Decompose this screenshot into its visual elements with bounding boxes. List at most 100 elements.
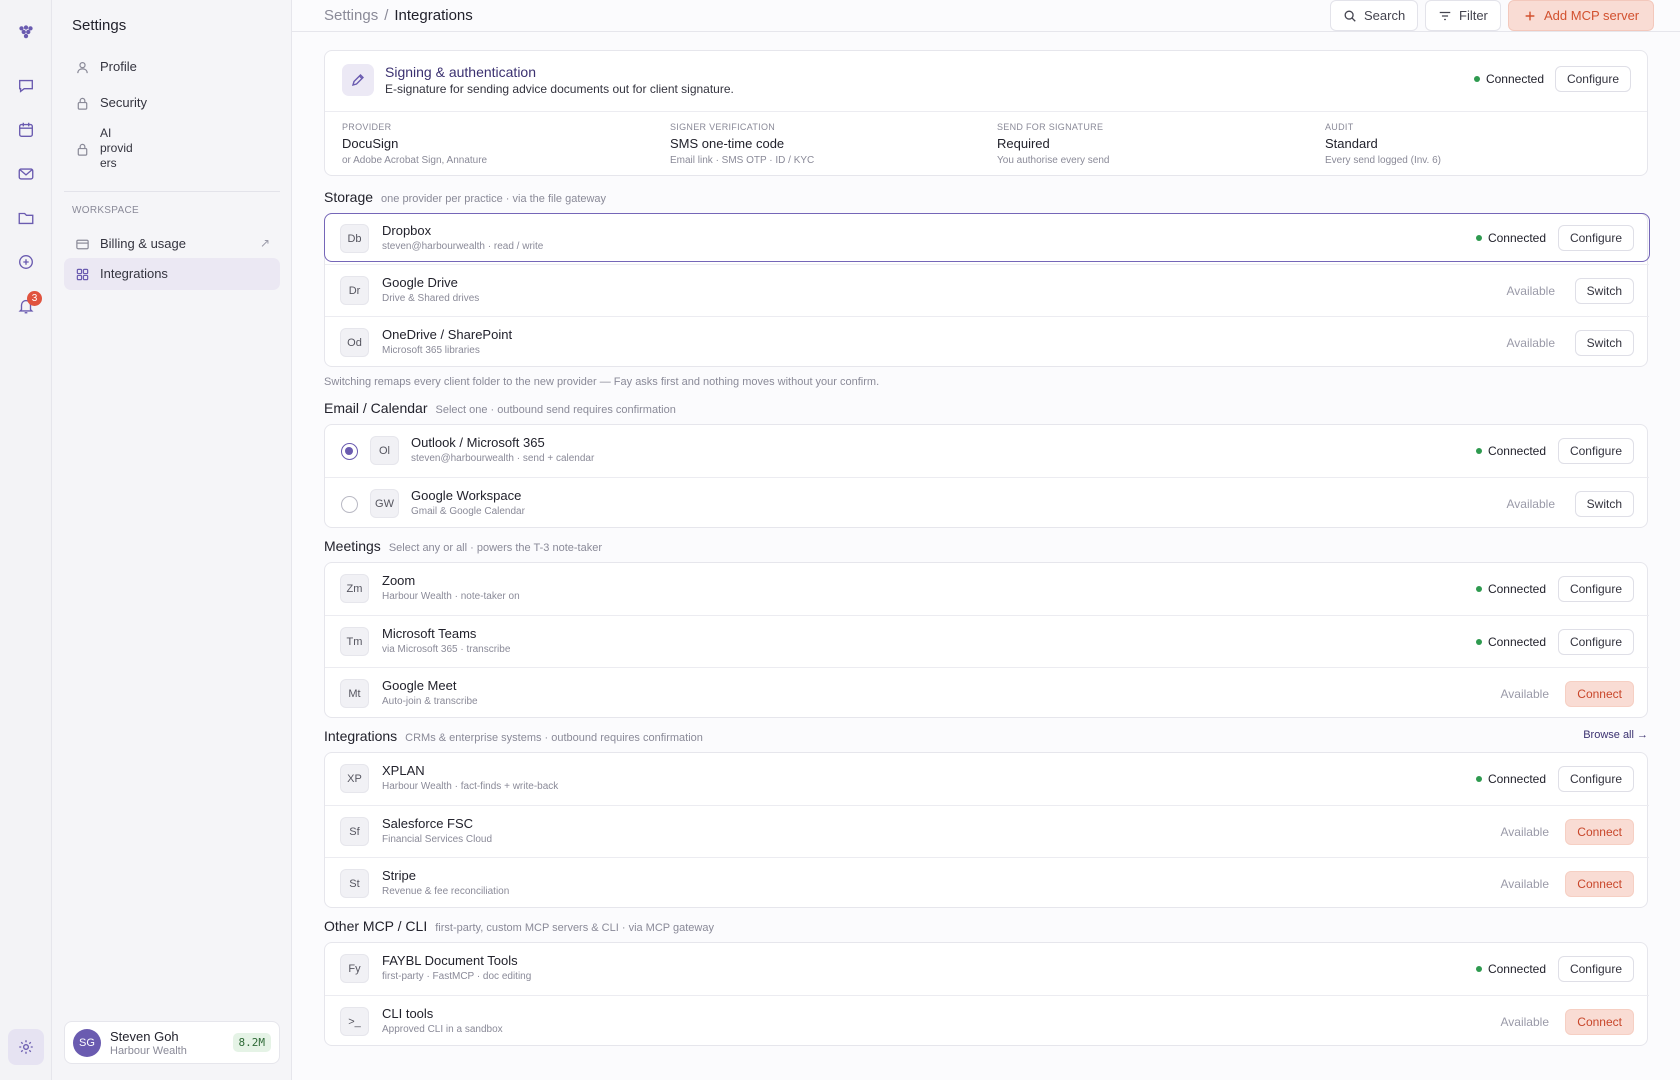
radio-selected[interactable] [341, 443, 358, 460]
provider-tile: Dr [340, 276, 369, 305]
fact-provider: PROVIDER DocuSign or Adobe Acrobat Sign, A… [342, 122, 488, 166]
connect-button[interactable]: Connect [1565, 819, 1634, 845]
list-item[interactable]: Tm Microsoft Teams via Microsoft 365 · t… [325, 615, 1649, 667]
bell-icon[interactable]: 3 [8, 288, 44, 324]
browse-all-link[interactable]: Browse all → [1583, 729, 1648, 741]
provider-sub: via Microsoft 365 · transcribe [382, 644, 511, 655]
status-badge: Available [1506, 284, 1555, 298]
list-item[interactable]: >_ CLI tools Approved CLI in a sandbox A… [325, 995, 1649, 1047]
provider-tile: St [340, 869, 369, 898]
status-badge: Connected [1475, 444, 1546, 458]
sidebar-item-label: AI provid ers [100, 126, 133, 170]
sidebar-divider [64, 191, 280, 192]
provider-tile: Ol [370, 436, 399, 465]
grid-icon [74, 266, 90, 282]
sidebar-item-integrations[interactable]: Integrations [64, 258, 280, 290]
provider-name: Microsoft Teams [382, 626, 477, 641]
divider [325, 111, 1647, 112]
list-item[interactable]: XP XPLAN Harbour Wealth · fact-finds + w… [325, 753, 1649, 805]
provider-sub: Approved CLI in a sandbox [382, 1024, 503, 1035]
status-badge: Connected [1475, 635, 1546, 649]
provider-sub: steven@harbourwealth · read / write [382, 241, 544, 252]
sidebar-item-ai-providers[interactable]: AI provid ers [64, 124, 280, 179]
filter-icon [1439, 11, 1451, 20]
provider-sub: Microsoft 365 libraries [382, 345, 480, 356]
configure-button[interactable]: Configure [1557, 766, 1634, 792]
list-item[interactable]: Fy FAYBL Document Tools first-party · Fa… [325, 943, 1649, 995]
provider-name: Dropbox [382, 223, 432, 238]
status-badge: Available [1500, 877, 1549, 891]
configure-button[interactable]: Configure [1557, 576, 1634, 602]
card-icon [74, 236, 90, 252]
storage-section-title: Storage one provider per practice · via t… [324, 189, 607, 205]
provider-sub: Revenue & fee reconciliation [382, 886, 510, 897]
breadcrumb-root[interactable]: Settings [324, 7, 378, 24]
switch-button[interactable]: Switch [1574, 278, 1634, 304]
breadcrumb-current: Integrations [394, 7, 473, 24]
add-circle-icon[interactable] [8, 244, 44, 280]
meetings-card: Zm Zoom Harbour Wealth · note-taker on C… [324, 562, 1649, 719]
status-badge: Available [1500, 1015, 1549, 1029]
configure-button[interactable]: Configure [1557, 438, 1634, 464]
configure-button[interactable]: Configure [1557, 629, 1634, 655]
list-item[interactable]: Od OneDrive / SharePoint Microsoft 365 l… [325, 316, 1649, 368]
provider-name: Salesforce FSC [382, 816, 474, 831]
list-item[interactable]: Db Dropbox steven@harbourwealth · read /… [324, 213, 1650, 262]
sidebar-item-billing[interactable]: Billing & usage ↗ [64, 228, 280, 260]
email-card: Ol Outlook / Microsoft 365 steven@harbou… [324, 424, 1649, 529]
list-item[interactable]: Ol Outlook / Microsoft 365 steven@harbou… [325, 425, 1649, 477]
list-item[interactable]: Zm Zoom Harbour Wealth · note-taker on C… [325, 563, 1649, 615]
provider-name: OneDrive / SharePoint [382, 327, 513, 342]
integrations-section-title: Integrations CRMs & enterprise systems · … [324, 728, 703, 744]
mail-icon[interactable] [8, 156, 44, 192]
search-button[interactable]: Search [1330, 0, 1419, 31]
provider-tile: Zm [340, 574, 369, 603]
provider-name: FAYBL Document Tools [382, 953, 518, 968]
add-mcp-server-button[interactable]: Add MCP server [1508, 0, 1655, 31]
switch-button[interactable]: Switch [1574, 491, 1634, 517]
folder-icon[interactable] [8, 200, 44, 236]
provider-sub: Harbour Wealth · fact-finds + write-back [382, 781, 559, 792]
radio-unselected[interactable] [341, 496, 358, 513]
sidebar-item-profile[interactable]: Profile [64, 51, 280, 83]
provider-sub: Financial Services Cloud [382, 834, 493, 845]
notification-badge: 3 [27, 291, 42, 306]
user-card[interactable]: SG Steven Goh Harbour Wealth 8.2M [64, 1021, 280, 1064]
user-org: Harbour Wealth [110, 1044, 187, 1057]
external-link-icon: ↗ [259, 236, 270, 250]
list-item[interactable]: Dr Google Drive Drive & Shared drives Av… [325, 264, 1649, 316]
sidebar-item-label: Billing & usage [100, 236, 186, 251]
provider-name: Google Meet [382, 678, 457, 693]
signing-configure-button[interactable]: Configure [1554, 66, 1631, 92]
configure-button[interactable]: Configure [1557, 225, 1634, 251]
list-item[interactable]: St Stripe Revenue & fee reconciliation A… [325, 857, 1649, 909]
calendar-icon[interactable] [8, 112, 44, 148]
list-item[interactable]: GW Google Workspace Gmail & Google Calen… [325, 477, 1649, 529]
meetings-section-title: Meetings Select any or all · powers the T… [324, 538, 602, 554]
plus-icon [1525, 11, 1535, 20]
provider-name: Google Workspace [411, 488, 522, 503]
app-logo-icon[interactable] [8, 14, 44, 50]
search-label: Search [1364, 8, 1406, 23]
user-name: Steven Goh [110, 1028, 179, 1044]
status-badge: Available [1506, 336, 1555, 350]
connect-button[interactable]: Connect [1565, 871, 1634, 897]
credit-badge: 8.2M [232, 1033, 271, 1052]
user-icon [74, 59, 90, 75]
filter-button[interactable]: Filter [1425, 0, 1501, 31]
connect-button[interactable]: Connect [1565, 1009, 1634, 1035]
provider-tile: Sf [340, 817, 369, 846]
settings-gear-icon[interactable] [8, 1029, 44, 1065]
app-rail: 3 [0, 0, 52, 1080]
list-item[interactable]: Mt Google Meet Auto-join & transcribe Av… [325, 667, 1649, 719]
pen-icon [342, 64, 374, 96]
configure-button[interactable]: Configure [1557, 956, 1634, 982]
sidebar-item-security[interactable]: Security [64, 87, 280, 119]
switch-button[interactable]: Switch [1574, 330, 1634, 356]
status-badge: Available [1506, 497, 1555, 511]
fact-audit: AUDIT Standard Every send logged (Inv. 6) [1325, 122, 1441, 166]
fact-send-for-signature: SEND FOR SIGNATURE Required You authorise … [997, 122, 1110, 166]
chat-icon[interactable] [8, 68, 44, 104]
connect-button[interactable]: Connect [1565, 681, 1634, 707]
list-item[interactable]: Sf Salesforce FSC Financial Services Clo… [325, 805, 1649, 857]
